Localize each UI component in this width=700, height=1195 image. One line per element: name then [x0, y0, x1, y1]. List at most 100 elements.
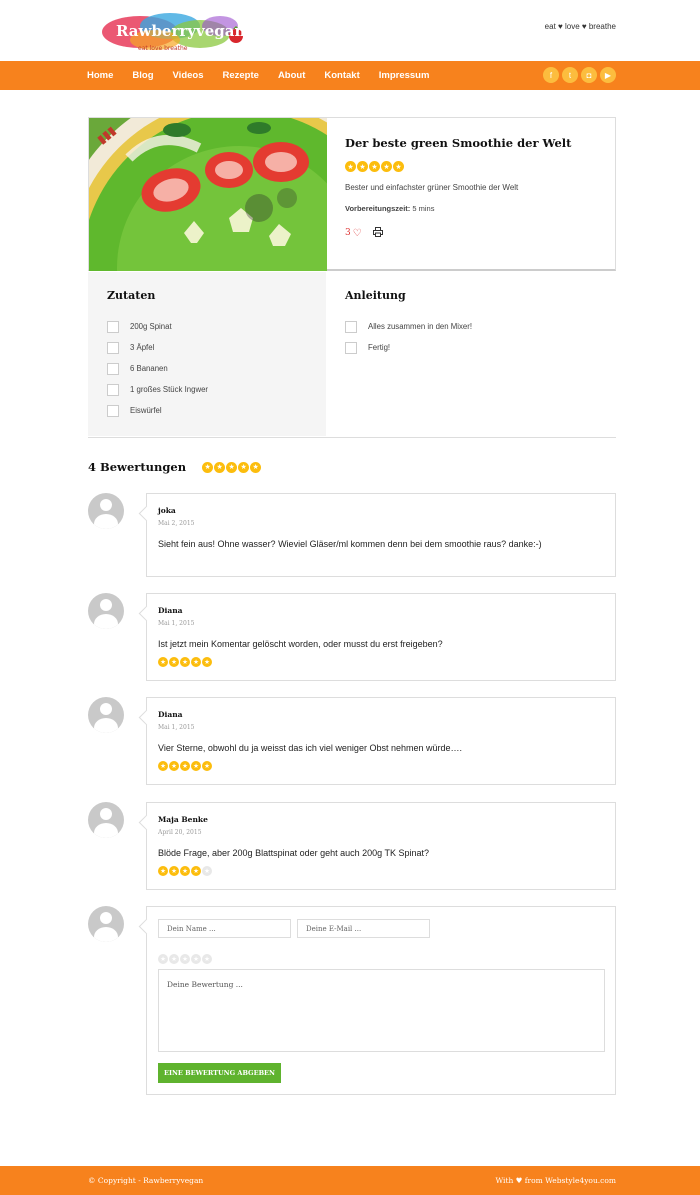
- twitter-icon[interactable]: t: [562, 67, 578, 83]
- star-icon: ★: [180, 866, 190, 876]
- comment-text: Ist jetzt mein Komentar gelöscht worden,…: [158, 639, 443, 649]
- checklist-item[interactable]: 1 großes Stück Ingwer: [107, 379, 208, 400]
- star-icon[interactable]: ★: [180, 954, 190, 964]
- checklist-label: 1 großes Stück Ingwer: [130, 385, 209, 394]
- checklist-label: Alles zusammen in den Mixer!: [368, 322, 472, 331]
- youtube-icon[interactable]: ▶: [600, 67, 616, 83]
- comment-date: Mai 2, 2015: [158, 520, 195, 527]
- checklist-item[interactable]: 3 Äpfel: [107, 337, 208, 358]
- instructions-panel: Anleitung Alles zusammen in den Mixer! Fe…: [326, 272, 616, 436]
- comment-rating: ★ ★ ★ ★ ★: [158, 761, 604, 771]
- site-logo[interactable]: Rawberryvegan eat love breathe: [100, 12, 250, 54]
- star-icon: ★: [214, 461, 226, 473]
- star-icon: ★: [191, 657, 201, 667]
- comment-author: joka: [158, 506, 176, 515]
- nav-item-blog[interactable]: Blog: [132, 70, 153, 81]
- checklist-label: Fertig!: [368, 343, 391, 352]
- social-links: f t ◘ ▶: [540, 67, 616, 83]
- instructions-title: Anleitung: [345, 289, 406, 302]
- checklist-item[interactable]: Fertig!: [345, 337, 472, 358]
- comment-date: April 20, 2015: [158, 829, 202, 836]
- checkbox[interactable]: [107, 320, 119, 333]
- checklist-item[interactable]: Eiswürfel: [107, 400, 208, 421]
- recipe-image: ▮▮▮: [89, 118, 327, 271]
- avatar: [88, 493, 124, 529]
- rating-input[interactable]: ★ ★ ★ ★ ★: [158, 954, 604, 964]
- comment-rating: ★ ★ ★ ★ ★: [158, 866, 604, 876]
- star-icon: ★: [180, 657, 190, 667]
- review-form-box: Dein Name ... Deine E-Mail ... ★ ★ ★ ★ ★ Dei…: [146, 906, 616, 1095]
- star-icon: ★: [250, 461, 262, 473]
- reviews-title: 4 Bewertungen: [88, 460, 187, 474]
- comment-author: Diana: [158, 606, 183, 615]
- comment-author: Maja Benke: [158, 815, 208, 824]
- comment-date: Mai 1, 2015: [158, 620, 195, 627]
- checkbox[interactable]: [107, 383, 119, 396]
- checklist-item[interactable]: 6 Bananen: [107, 358, 208, 379]
- star-icon[interactable]: ★: [169, 954, 179, 964]
- recipe-title: Der beste green Smoothie der Welt: [345, 136, 572, 150]
- comment-body: Diana Mai 1, 2015 Ist jetzt mein Komentar …: [146, 593, 616, 681]
- checklist-item[interactable]: Alles zusammen in den Mixer!: [345, 316, 472, 337]
- section-divider: [88, 437, 616, 438]
- submit-review-button[interactable]: Eine Bewertung abgeben: [158, 1063, 281, 1083]
- star-icon[interactable]: ★: [202, 954, 212, 964]
- instructions-list: Alles zusammen in den Mixer! Fertig!: [345, 316, 472, 358]
- print-icon[interactable]: [372, 227, 383, 239]
- email-field[interactable]: Deine E-Mail ...: [297, 919, 430, 938]
- star-icon: ★: [191, 761, 201, 771]
- checkbox[interactable]: [345, 341, 357, 354]
- instagram-icon[interactable]: ◘: [581, 67, 597, 83]
- ingredients-panel: Zutaten 200g Spinat 3 Äpfel 6 Bananen 1 gro…: [88, 272, 326, 436]
- star-icon: ★: [180, 761, 190, 771]
- comment-body: joka Mai 2, 2015 Sieht fein aus! Ohne wass…: [146, 493, 616, 577]
- logo-text: Rawberryvegan: [116, 22, 245, 40]
- comment-text: Blöde Frage, aber 200g Blattspinat oder …: [158, 848, 430, 858]
- nav-item-kontakt[interactable]: Kontakt: [324, 70, 359, 81]
- star-icon: ★: [158, 761, 168, 771]
- heart-icon[interactable]: ♡: [353, 228, 362, 239]
- name-field[interactable]: Dein Name ...: [158, 919, 291, 938]
- star-icon: ★: [393, 161, 404, 172]
- main-nav: Home Blog Videos Rezepte About Kontakt Impress…: [0, 61, 700, 90]
- star-icon: ★: [226, 461, 238, 473]
- checklist-item[interactable]: 200g Spinat: [107, 316, 208, 337]
- checklist-label: 6 Bananen: [130, 364, 168, 373]
- nav-item-videos[interactable]: Videos: [173, 70, 204, 81]
- review-textarea[interactable]: Deine Bewertung ...: [158, 969, 605, 1052]
- nav-menu: Home Blog Videos Rezepte About Kontakt Impress…: [87, 61, 448, 90]
- site-footer: © Copyright - Rawberryvegan With ♥ from …: [0, 1166, 700, 1195]
- comment-text: Sieht fein aus! Ohne wasser? Wieviel Glä…: [158, 539, 542, 549]
- checkbox[interactable]: [345, 320, 357, 333]
- recipe-card: ▮▮▮ Der beste green Smoothie der Welt ★ ★…: [88, 117, 616, 271]
- facebook-icon[interactable]: f: [543, 67, 559, 83]
- nav-item-impressum[interactable]: Impressum: [379, 70, 430, 81]
- checkbox[interactable]: [107, 341, 119, 354]
- star-icon: ★: [357, 161, 368, 172]
- checklist-label: 200g Spinat: [130, 322, 172, 331]
- avatar: [88, 593, 124, 629]
- star-icon[interactable]: ★: [191, 954, 201, 964]
- site-header: Rawberryvegan eat love breathe eat ♥ lov…: [0, 0, 700, 61]
- star-icon: ★: [202, 866, 212, 876]
- nav-item-home[interactable]: Home: [87, 70, 113, 81]
- avatar: [88, 697, 124, 733]
- prep-value: 5 mins: [412, 204, 435, 213]
- star-icon: ★: [191, 866, 201, 876]
- nav-item-about[interactable]: About: [278, 70, 305, 81]
- checkbox[interactable]: [107, 404, 119, 417]
- like-count: 3: [345, 228, 351, 238]
- prep-label: Vorbereitungszeit:: [345, 204, 411, 213]
- star-icon: ★: [169, 866, 179, 876]
- footer-credit[interactable]: With ♥ from Webstyle4you.com: [495, 1176, 616, 1185]
- comment-author: Diana: [158, 710, 183, 719]
- footer-copyright: © Copyright - Rawberryvegan: [88, 1176, 204, 1185]
- nav-item-rezepte[interactable]: Rezepte: [223, 70, 259, 81]
- star-icon: ★: [158, 866, 168, 876]
- star-icon: ★: [202, 657, 212, 667]
- star-icon: ★: [345, 161, 356, 172]
- recipe-description: Bester und einfachster grüner Smoothie d…: [345, 183, 519, 192]
- star-icon: ★: [369, 161, 380, 172]
- star-icon[interactable]: ★: [158, 954, 168, 964]
- checkbox[interactable]: [107, 362, 119, 375]
